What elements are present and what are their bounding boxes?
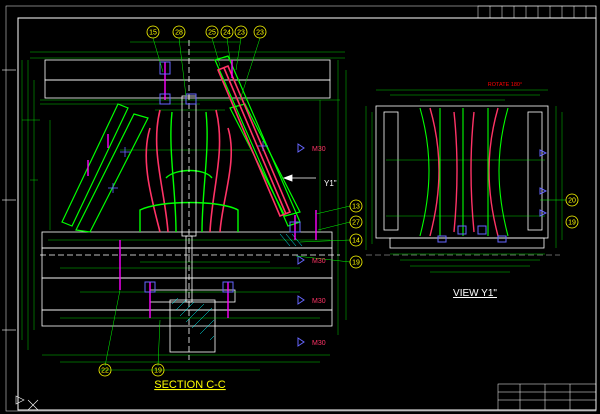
- balloon-label: 23: [237, 30, 245, 37]
- view-dimension-lines: [365, 89, 563, 273]
- section-view: [21, 37, 351, 371]
- m30-label: M30: [312, 298, 326, 305]
- balloon: 15: [146, 25, 160, 39]
- balloon-label: 15: [149, 30, 157, 37]
- m30-label: M30: [312, 146, 326, 153]
- balloon-label: 23: [256, 30, 264, 37]
- view-arrow: [282, 174, 316, 182]
- balloon-label: 24: [223, 30, 231, 37]
- balloon-labels: 15 28 25 24 23 23 13 27 14 19 22 19 20 1…: [98, 25, 579, 377]
- balloon: 23: [234, 25, 248, 39]
- balloon: 19: [349, 255, 363, 269]
- section-title: SECTION C-C: [154, 379, 226, 391]
- balloon-label: 19: [352, 260, 360, 267]
- m30-label: M30: [312, 258, 326, 265]
- right-slide: [214, 55, 301, 227]
- metric-labels: M30 M30 M30 M30: [312, 146, 326, 347]
- section-hatch: [171, 233, 303, 341]
- title-block: [497, 383, 597, 411]
- balloon: 28: [172, 25, 186, 39]
- balloon: 27: [349, 215, 363, 229]
- balloon-label: 27: [352, 220, 360, 227]
- balloon-label: 22: [101, 368, 109, 375]
- balloon-label: 19: [154, 368, 162, 375]
- left-edge-marks: [2, 69, 39, 411]
- balloon-label: 28: [175, 30, 183, 37]
- m30-label: M30: [312, 340, 326, 347]
- balloon-label: 25: [208, 30, 216, 37]
- outer-frame: [5, 5, 597, 412]
- view-insert: [419, 107, 509, 237]
- balloon-label: 14: [352, 238, 360, 245]
- balloon: 19: [565, 215, 579, 229]
- balloon: 23: [253, 25, 267, 39]
- revision-block: [477, 5, 597, 19]
- right-slide-core: [216, 64, 292, 218]
- balloon-label: 20: [568, 198, 576, 205]
- view-title: VIEW Y1": [453, 288, 497, 299]
- view-y1: [365, 89, 566, 273]
- ejector-pins: [87, 60, 317, 318]
- drawing-border: [17, 17, 597, 411]
- balloon: 20: [565, 193, 579, 207]
- rotate-note: ROTATE 180°: [488, 82, 522, 88]
- balloon: 14: [349, 233, 363, 247]
- view-marker: Y1": [324, 179, 337, 188]
- balloon: 13: [349, 199, 363, 213]
- view-plates: [375, 105, 549, 249]
- balloon-label: 19: [568, 220, 576, 227]
- balloon: 25: [205, 25, 219, 39]
- screws: [144, 61, 301, 293]
- cad-drawing-canvas: 15 28 25 24 23 23 13 27 14 19 22 19 20 1…: [2, 5, 597, 412]
- balloon: 24: [220, 25, 234, 39]
- balloon-label: 13: [352, 204, 360, 211]
- left-slide: [61, 103, 149, 233]
